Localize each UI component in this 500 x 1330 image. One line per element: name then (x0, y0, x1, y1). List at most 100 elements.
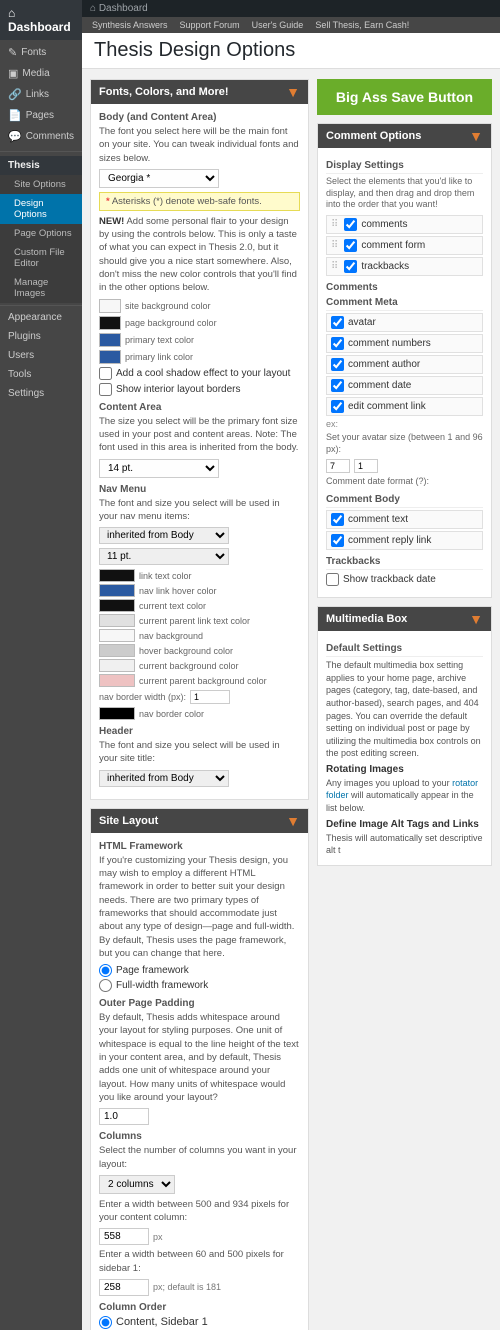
sidebar-item-appearance[interactable]: Appearance (0, 308, 82, 327)
comment-form-display-checkbox[interactable] (344, 239, 357, 252)
avatar-size-input[interactable] (326, 459, 350, 473)
nav-border-width-row: nav border width (px): (99, 690, 300, 704)
comment-options-toggle[interactable]: ▼ (469, 128, 483, 144)
drag-handle-trackbacks: ⠿ (331, 261, 338, 272)
topbar-home[interactable]: ⌂ Dashboard (90, 3, 148, 14)
comment-body-label: Comment Body (326, 494, 483, 508)
html-framework-desc: If you're customizing your Thesis design… (99, 854, 300, 960)
outer-padding-input-row (99, 1108, 300, 1125)
site-layout-toggle[interactable]: ▼ (286, 813, 300, 829)
sidebar-item-custom-file-editor[interactable]: Custom File Editor (0, 243, 82, 273)
multimedia-default-label: Default Settings (326, 643, 483, 657)
comment-text-label: comment text (348, 514, 408, 525)
sidebar-item-comments[interactable]: 💬Comments (0, 126, 82, 147)
fonts-colors-title: Fonts, Colors, and More! (99, 86, 229, 98)
full-framework-label: Full-width framework (116, 980, 208, 991)
sidebar-item-plugins[interactable]: Plugins (0, 327, 82, 346)
nav-current-bg-swatch[interactable] (99, 659, 135, 672)
edit-comment-link-checkbox[interactable] (331, 400, 344, 413)
avatar-checkbox[interactable] (331, 316, 344, 329)
sidebar-item-manage-images[interactable]: Manage Images (0, 273, 82, 303)
sidebar-item-tools[interactable]: Tools (0, 365, 82, 384)
comment-text-checkbox[interactable] (331, 513, 344, 526)
link-color-swatch[interactable] (99, 333, 121, 347)
text-color-swatch[interactable] (99, 316, 121, 330)
comment-date-label: comment date (348, 380, 411, 391)
header-section-label: Header (99, 726, 300, 737)
fonts-colors-toggle[interactable]: ▼ (286, 84, 300, 100)
drag-handle-comments: ⠿ (331, 219, 338, 230)
nav-border-width-input[interactable] (190, 690, 230, 704)
sidebar-item-site-options[interactable]: Site Options (0, 175, 82, 194)
page-framework-radio[interactable] (99, 964, 112, 977)
trackbacks-display-checkbox[interactable] (344, 260, 357, 273)
nav-current-parent-bg-swatch[interactable] (99, 674, 135, 687)
sidebar-item-users[interactable]: Users (0, 346, 82, 365)
avatar-size-unit-input[interactable] (354, 459, 378, 473)
bg-color-label: site background color (125, 301, 211, 311)
outer-padding-input[interactable] (99, 1108, 149, 1125)
nav-color-hover: nav link hover color (99, 584, 300, 597)
sidebar-thesis-header: Thesis (0, 156, 82, 175)
multimedia-toggle[interactable]: ▼ (469, 611, 483, 627)
sidebar-item-page-options[interactable]: Page Options (0, 224, 82, 243)
synthesis-answers-link[interactable]: Synthesis Answers (92, 20, 168, 30)
nav-hover-bg-swatch[interactable] (99, 644, 135, 657)
nav-current-swatch[interactable] (99, 599, 135, 612)
borders-checkbox[interactable] (99, 383, 112, 396)
nav-border-color-row: nav border color (99, 707, 300, 720)
header-font-select[interactable]: inherited from Body (99, 770, 229, 787)
shadow-checkbox[interactable] (99, 367, 112, 380)
rotator-folder-link[interactable]: rotator folder (326, 778, 478, 801)
comment-reply-link-label: comment reply link (348, 535, 431, 546)
nav-current-parent-swatch[interactable] (99, 614, 135, 627)
big-save-button[interactable]: Big Ass Save Button (317, 79, 492, 115)
comment-author-checkbox[interactable] (331, 358, 344, 371)
sell-thesis-link[interactable]: Sell Thesis, Earn Cash! (315, 20, 409, 30)
nav-menu-label: Nav Menu (99, 484, 300, 495)
users-guide-link[interactable]: User's Guide (252, 20, 304, 30)
nav-link-swatch[interactable] (99, 569, 135, 582)
sidebar-width-input[interactable] (99, 1279, 149, 1296)
nav-color-link: link text color (99, 569, 300, 582)
show-trackback-date-checkbox[interactable] (326, 573, 339, 586)
sidebar-item-settings[interactable]: Settings (0, 384, 82, 403)
comment-date-checkbox[interactable] (331, 379, 344, 392)
dashboard-link[interactable]: ⌂ Dashboard (8, 6, 74, 34)
comment-reply-link-checkbox[interactable] (331, 534, 344, 547)
sidebar-item-fonts[interactable]: ✎Fonts (0, 42, 82, 63)
comments-display-checkbox[interactable] (344, 218, 357, 231)
nav-font-select[interactable]: inherited from Body (99, 527, 229, 544)
page-framework-radio-row: Page framework (99, 964, 300, 977)
site-layout-body: HTML Framework If you're customizing you… (91, 833, 308, 1330)
sidebar-item-media[interactable]: ▣Media (0, 63, 82, 84)
page-framework-label: Page framework (116, 965, 189, 976)
primary-link-swatch[interactable] (99, 350, 121, 364)
show-trackback-date-label: Show trackback date (343, 574, 436, 585)
sidebar-item-pages[interactable]: 📄Pages (0, 105, 82, 126)
multimedia-header: Multimedia Box ▼ (318, 607, 491, 631)
sidebar-item-design-options[interactable]: Design Options (0, 194, 82, 224)
col-order-content-label: Content, Sidebar 1 (116, 1316, 208, 1328)
nav-bg-swatch[interactable] (99, 629, 135, 642)
comment-numbers-checkbox[interactable] (331, 337, 344, 350)
avatar-label: avatar (348, 317, 376, 328)
sidebar-item-links[interactable]: 🔗Links (0, 84, 82, 105)
color-row-primary-link: primary link color (99, 350, 300, 364)
col-order-radio-content[interactable] (99, 1316, 112, 1329)
text-color-label: page background color (125, 318, 217, 328)
links-icon: 🔗 (8, 88, 22, 101)
bg-color-swatch[interactable] (99, 299, 121, 313)
nav-size-select[interactable]: 11 pt. (99, 548, 229, 565)
pages-icon: 📄 (8, 109, 22, 122)
full-framework-radio[interactable] (99, 979, 112, 992)
content-size-select[interactable]: 14 pt. 12 pt. 16 pt. (99, 459, 219, 478)
support-forum-link[interactable]: Support Forum (180, 20, 240, 30)
column-width-input[interactable] (99, 1228, 149, 1245)
nav-border-color-swatch[interactable] (99, 707, 135, 720)
nav-hover-swatch[interactable] (99, 584, 135, 597)
comment-numbers-label: comment numbers (348, 338, 431, 349)
columns-select[interactable]: 2 columns 1 column 3 columns (99, 1175, 175, 1194)
font-select[interactable]: Georgia * Arial Verdana * (99, 169, 219, 188)
comment-date-format-label: Comment date format (?): (326, 476, 483, 488)
